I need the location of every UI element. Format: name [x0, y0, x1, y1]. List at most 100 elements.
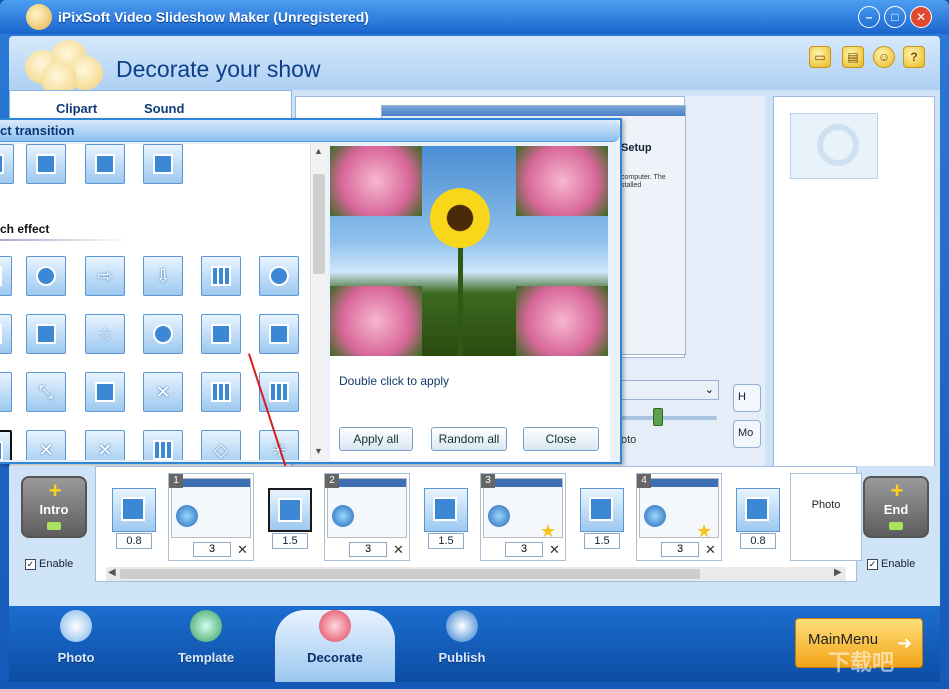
- scroll-up-icon[interactable]: ▲: [314, 146, 323, 156]
- delete-slide-icon[interactable]: ✕: [393, 542, 404, 558]
- transition-duration[interactable]: 0.8: [740, 533, 776, 549]
- intro-enable-checkbox[interactable]: ✓: [25, 559, 36, 570]
- effect-item[interactable]: [201, 314, 241, 354]
- slide-duration[interactable]: 3: [193, 542, 231, 557]
- slide-duration[interactable]: 3: [349, 542, 387, 557]
- transition-duration[interactable]: 1.5: [272, 533, 308, 549]
- random-all-button[interactable]: Random all: [431, 427, 507, 451]
- slide-number: 2: [325, 474, 339, 488]
- transition-duration[interactable]: 1.5: [584, 533, 620, 549]
- delete-slide-icon[interactable]: ✕: [549, 542, 560, 558]
- user-icon[interactable]: ☺: [873, 46, 895, 68]
- scroll-down-icon[interactable]: ▼: [314, 446, 323, 456]
- setup-text-1: computer. The: [621, 174, 666, 182]
- scroll-thumb[interactable]: [313, 174, 325, 274]
- intro-enable[interactable]: ✓Enable: [25, 558, 73, 570]
- effect-item-selected[interactable]: [0, 430, 12, 460]
- side-button-2[interactable]: Mo: [733, 420, 761, 448]
- scroll-left-icon[interactable]: ◀: [108, 567, 116, 578]
- effect-item[interactable]: [201, 256, 241, 296]
- transition-duration[interactable]: 0.8: [116, 533, 152, 549]
- tab-clipart[interactable]: Clipart: [56, 101, 97, 116]
- add-photo-placeholder[interactable]: Photo: [790, 473, 862, 561]
- slide-strip: 0.8 1 3 ✕ 1.5 2 3 ✕ 1.5 ★ 3 3 ✕: [95, 466, 857, 582]
- slider-handle[interactable]: [653, 408, 663, 426]
- grid-scrollbar[interactable]: ▲ ▼: [310, 144, 326, 460]
- slide-thumb[interactable]: 2 3 ✕: [324, 473, 410, 561]
- duration-slider[interactable]: [611, 416, 717, 420]
- help-window-icon[interactable]: –: [858, 6, 880, 28]
- nav-template[interactable]: Template: [151, 610, 261, 676]
- app-logo-icon: [26, 4, 52, 30]
- save-icon[interactable]: ▤: [842, 46, 864, 68]
- effect-item[interactable]: ⇨: [85, 256, 125, 296]
- effect-item[interactable]: [143, 144, 183, 184]
- effect-item[interactable]: ◇: [201, 430, 241, 460]
- effect-item[interactable]: ☆: [85, 314, 125, 354]
- strip-scrollbar[interactable]: ◀ ▶: [106, 567, 846, 581]
- end-enable[interactable]: ✓Enable: [867, 558, 915, 570]
- star-icon: ★: [540, 521, 556, 542]
- effect-item[interactable]: [85, 144, 125, 184]
- properties-panel: [773, 96, 935, 471]
- effect-item[interactable]: [85, 372, 125, 412]
- effect-item[interactable]: [201, 372, 241, 412]
- transition-thumb-selected[interactable]: [268, 488, 312, 532]
- intro-button[interactable]: + Intro: [21, 476, 87, 538]
- maximize-icon[interactable]: □: [884, 6, 906, 28]
- slide-thumb[interactable]: ★ 3 3 ✕: [480, 473, 566, 561]
- side-button-1[interactable]: H: [733, 384, 761, 412]
- close-button[interactable]: Close: [523, 427, 599, 451]
- apply-hint: Double click to apply: [339, 374, 449, 388]
- intro-label: Intro: [23, 502, 85, 517]
- nav-publish[interactable]: Publish: [407, 610, 517, 676]
- strip-scroll-thumb[interactable]: [120, 569, 700, 579]
- effect-item[interactable]: [26, 144, 66, 184]
- delete-slide-icon[interactable]: ✕: [705, 542, 716, 558]
- effect-item[interactable]: [26, 256, 66, 296]
- help-icon[interactable]: ?: [903, 46, 925, 68]
- effect-item[interactable]: ✕: [143, 372, 183, 412]
- apply-all-button[interactable]: Apply all: [339, 427, 413, 451]
- nav-photo[interactable]: Photo: [21, 610, 131, 676]
- delete-slide-icon[interactable]: ✕: [237, 542, 248, 558]
- nav-decorate-label: Decorate: [275, 650, 395, 665]
- end-block[interactable]: + End ✓Enable: [863, 476, 929, 576]
- chevron-down-icon: ⌄: [705, 383, 714, 396]
- intro-block[interactable]: + Intro ✓Enable: [21, 476, 87, 576]
- effect-select[interactable]: e⌄: [611, 380, 719, 400]
- close-window-icon[interactable]: ✕: [910, 6, 932, 28]
- transition-thumb[interactable]: [112, 488, 156, 532]
- folder-icon[interactable]: ▭: [809, 46, 831, 68]
- transition-duration[interactable]: 1.5: [428, 533, 464, 549]
- star-icon: ★: [696, 521, 712, 542]
- effect-item[interactable]: ✕: [85, 430, 125, 460]
- transition-thumb[interactable]: [424, 488, 468, 532]
- effect-item[interactable]: [0, 314, 12, 354]
- effect-item[interactable]: [0, 256, 12, 296]
- effect-item[interactable]: [259, 314, 299, 354]
- tab-sound[interactable]: Sound: [144, 101, 184, 116]
- slide-duration[interactable]: 3: [661, 542, 699, 557]
- nav-decorate[interactable]: Decorate: [275, 610, 395, 682]
- effect-item[interactable]: ↘: [0, 372, 12, 412]
- scroll-right-icon[interactable]: ▶: [834, 567, 842, 578]
- effect-item[interactable]: [259, 256, 299, 296]
- arrow-right-icon: ➜: [897, 633, 912, 654]
- heart-icon: [319, 610, 351, 642]
- end-enable-checkbox[interactable]: ✓: [867, 559, 878, 570]
- slide-thumb[interactable]: 1 3 ✕: [168, 473, 254, 561]
- slide-thumb[interactable]: ★ 4 3 ✕: [636, 473, 722, 561]
- transition-thumb[interactable]: [736, 488, 780, 532]
- effect-section-label: ch effect: [0, 222, 49, 236]
- effect-item[interactable]: [143, 430, 183, 460]
- effect-item[interactable]: ⤡: [26, 372, 66, 412]
- end-button[interactable]: + End: [863, 476, 929, 538]
- slide-duration[interactable]: 3: [505, 542, 543, 557]
- effect-item[interactable]: [143, 314, 183, 354]
- effect-item[interactable]: [26, 314, 66, 354]
- effect-item[interactable]: ✕: [26, 430, 66, 460]
- transition-thumb[interactable]: [580, 488, 624, 532]
- effect-item[interactable]: ⇩: [143, 256, 183, 296]
- effect-item[interactable]: [0, 144, 14, 184]
